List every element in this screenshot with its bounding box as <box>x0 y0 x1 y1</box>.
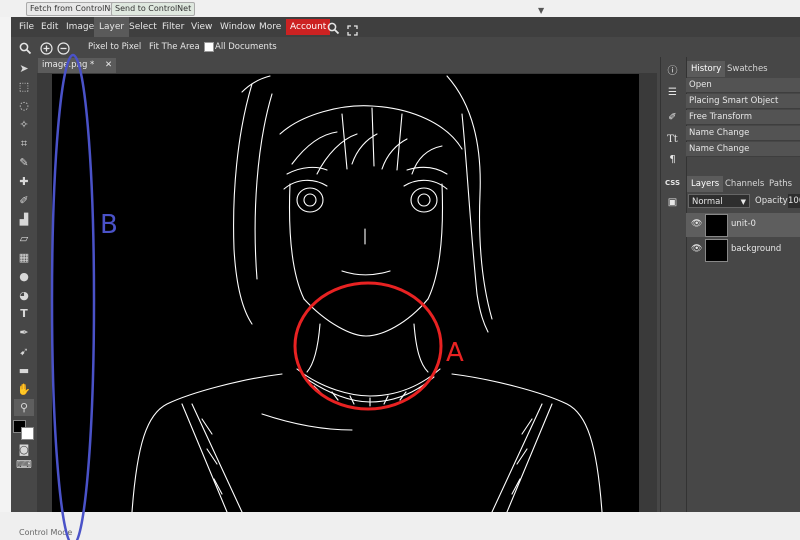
blend-mode-value: Normal <box>692 197 723 207</box>
adjustments-icon[interactable]: ☰ <box>663 83 682 102</box>
tab-channels[interactable]: Channels <box>721 176 768 192</box>
paragraph-icon[interactable]: ¶ <box>663 150 682 169</box>
layer-row[interactable]: 👁 background <box>686 238 800 262</box>
opacity-label: Opacity: <box>755 196 790 206</box>
css-icon[interactable]: CSS <box>663 174 682 193</box>
opacity-input[interactable]: 100 <box>788 194 800 208</box>
history-item[interactable]: Open <box>686 78 800 93</box>
tab-history[interactable]: History <box>687 61 726 77</box>
tab-paths[interactable]: Paths <box>765 176 796 192</box>
blend-mode-select[interactable]: Normal ▼ <box>688 194 750 208</box>
annotation-a-label: A <box>446 338 464 368</box>
annotation-a-circle <box>293 281 443 411</box>
layer-name: unit-0 <box>731 219 756 229</box>
info-icon[interactable]: ⓘ <box>663 62 682 81</box>
brush-settings-icon[interactable]: ✐ <box>663 108 682 127</box>
annotation-b-ellipse <box>50 53 96 540</box>
layer-name: background <box>731 244 782 254</box>
visibility-eye-icon[interactable]: 👁 <box>691 244 702 254</box>
layer-thumbnail <box>705 239 728 262</box>
history-item[interactable]: Free Transform <box>686 110 800 125</box>
history-item[interactable]: Name Change <box>686 126 800 141</box>
history-item[interactable]: Name Change <box>686 142 800 157</box>
tab-swatches[interactable]: Swatches <box>723 61 772 77</box>
history-item[interactable]: Placing Smart Object <box>686 94 800 109</box>
visibility-eye-icon[interactable]: 👁 <box>691 219 702 229</box>
chevron-down-icon: ▼ <box>740 198 746 206</box>
character-icon[interactable]: Tt <box>663 130 682 149</box>
annotation-b-label: B <box>100 210 118 240</box>
layer-row[interactable]: 👁 unit-0 <box>686 213 800 237</box>
tab-layers[interactable]: Layers <box>687 176 724 192</box>
image-icon[interactable]: ▣ <box>663 193 682 212</box>
layer-thumbnail <box>705 214 728 237</box>
